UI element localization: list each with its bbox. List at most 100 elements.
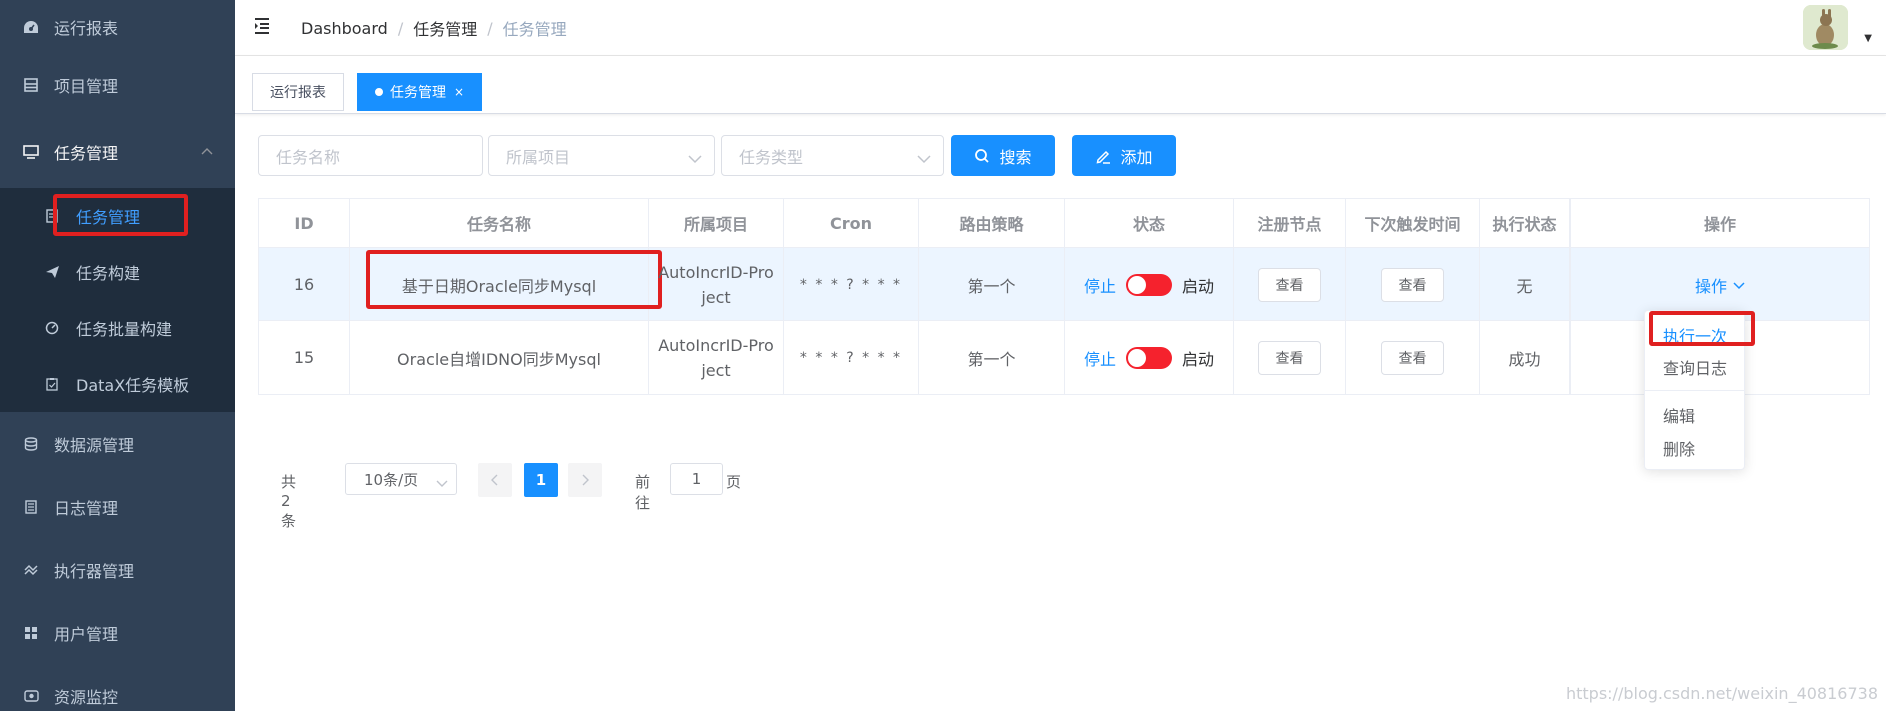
page-number-active[interactable]: 1 <box>524 463 558 497</box>
table-row[interactable]: 15 Oracle自增IDNO同步Mysql AutoIncrID-Projec… <box>259 321 1869 394</box>
sidebar-subitem-datax-template[interactable]: DataX任务模板 <box>0 356 235 412</box>
table-cell-name: 基于日期Oracle同步Mysql <box>350 248 662 321</box>
status-stop-label[interactable]: 停止 <box>1084 346 1116 370</box>
table-cell-id: 16 <box>259 248 350 321</box>
resource-icon <box>22 687 40 705</box>
table-header-cell: 操作 <box>1570 199 1869 247</box>
table-header: ID 任务名称 所属项目 Cron 路由策略 状态 注册节点 下次触发时间 执行… <box>259 199 1869 248</box>
table-header-cell: 下次触发时间 <box>1346 199 1480 247</box>
active-dot-icon <box>375 88 383 96</box>
tag-label: 任务管理 <box>390 85 446 101</box>
page-size-select[interactable]: 10条/页 <box>345 463 457 495</box>
sidebar-item-log[interactable]: 日志管理 <box>0 475 235 538</box>
status-start-label[interactable]: 启动 <box>1182 346 1214 370</box>
table-cell-status: 停止 启动 <box>1065 321 1234 394</box>
page-size-value: 10条/页 <box>364 470 419 489</box>
sidebar-item-task-management[interactable]: 任务管理 <box>0 116 235 188</box>
status-toggle[interactable] <box>1126 273 1172 296</box>
table-cell-project: AutoIncrID-Project <box>649 321 784 394</box>
toggle-knob <box>1128 275 1146 294</box>
view-next-trigger-button[interactable]: 查看 <box>1381 340 1444 375</box>
sidebar-item-label: 执行器管理 <box>54 561 135 581</box>
sidebar-item-resource[interactable]: 资源监控 <box>0 664 235 711</box>
highlight-box <box>1649 311 1755 346</box>
close-icon[interactable]: × <box>454 85 464 99</box>
sidebar-subitem-batch-build[interactable]: 任务批量构建 <box>0 300 235 356</box>
sidebar-item-project[interactable]: 项目管理 <box>0 53 235 116</box>
sidebar-item-dashboard[interactable]: 运行报表 <box>0 0 235 53</box>
tag-label: 运行报表 <box>270 85 326 101</box>
sidebar-item-label: 项目管理 <box>54 76 119 96</box>
status-switch-group: 停止 启动 <box>1084 273 1214 297</box>
breadcrumb-item[interactable]: Dashboard <box>301 19 388 38</box>
sidebar-subitem-task-management[interactable]: 任务管理 <box>0 188 235 244</box>
caret-down-icon[interactable]: ▼ <box>1864 33 1872 44</box>
status-stop-label[interactable]: 停止 <box>1084 273 1116 297</box>
add-button[interactable]: 添加 <box>1072 135 1176 176</box>
dropdown-item-query-log[interactable]: 查询日志 <box>1645 355 1744 379</box>
sidebar-item-label: 任务管理 <box>54 144 119 163</box>
database-icon <box>22 435 40 453</box>
table-cell-exec-status: 无 <box>1480 248 1570 321</box>
breadcrumb-separator: / <box>487 18 493 38</box>
view-next-trigger-button[interactable]: 查看 <box>1381 267 1444 302</box>
task-name-placeholder: 任务名称 <box>276 147 341 167</box>
watermark: https://blog.csdn.net/weixin_40816738 <box>1565 684 1878 703</box>
cron-text: * * * ? * * * <box>799 276 903 293</box>
sidebar-item-label: 运行报表 <box>54 18 119 38</box>
sidebar-item-executor[interactable]: 执行器管理 <box>0 538 235 601</box>
table-header-cell: 状态 <box>1065 199 1234 247</box>
goto-page-input[interactable]: 1 <box>670 463 723 495</box>
table-row[interactable]: 16 基于日期Oracle同步Mysql AutoIncrID-Project … <box>259 248 1869 321</box>
task-type-placeholder: 任务类型 <box>739 147 804 167</box>
tag-dashboard[interactable]: 运行报表 <box>252 73 344 111</box>
pagination-total: 共 2 条 <box>281 473 297 530</box>
table-cell-next-trigger: 查看 <box>1346 248 1480 321</box>
sidebar-submenu: 任务管理 任务构建 任务批量构建 DataX任务模板 <box>0 188 235 412</box>
table-cell-name: Oracle自增IDNO同步Mysql <box>350 321 649 394</box>
table-cell-next-trigger: 查看 <box>1346 321 1480 394</box>
chevron-up-icon <box>201 140 213 159</box>
chevron-down-icon <box>688 149 702 168</box>
monitor-icon <box>22 143 40 161</box>
hamburger-icon[interactable] <box>254 17 274 37</box>
sidebar-item-datasource[interactable]: 数据源管理 <box>0 412 235 475</box>
task-table: ID 任务名称 所属项目 Cron 路由策略 状态 注册节点 下次触发时间 执行… <box>258 198 1870 395</box>
project-select[interactable]: 所属项目 <box>488 135 715 176</box>
chevron-right-icon <box>582 474 589 486</box>
table-cell-route: 第一个 <box>919 321 1065 394</box>
breadcrumb-item: 任务管理 <box>502 20 567 39</box>
dropdown-item-edit[interactable]: 编辑 <box>1645 403 1744 427</box>
chevron-down-icon <box>1733 275 1745 294</box>
tag-task-management[interactable]: 任务管理 × <box>357 73 483 111</box>
dropdown-item-delete[interactable]: 删除 <box>1645 436 1744 460</box>
next-page-button[interactable] <box>568 463 602 497</box>
project-placeholder: 所属项目 <box>506 147 571 167</box>
chevron-down-icon <box>917 149 931 168</box>
project-text: AutoIncrID-Project <box>658 335 774 380</box>
sidebar-item-user[interactable]: 用户管理 <box>0 601 235 664</box>
status-toggle[interactable] <box>1126 346 1172 369</box>
view-node-button[interactable]: 查看 <box>1258 340 1321 375</box>
view-node-button[interactable]: 查看 <box>1258 267 1321 302</box>
sidebar-item-label: 用户管理 <box>54 624 119 644</box>
chevron-left-icon <box>491 474 498 486</box>
chevron-down-icon <box>436 474 448 492</box>
status-start-label[interactable]: 启动 <box>1182 273 1214 297</box>
table-cell-cron: * * * ? * * * <box>784 248 919 321</box>
task-type-select[interactable]: 任务类型 <box>721 135 944 176</box>
breadcrumb-item[interactable]: 任务管理 <box>413 16 477 40</box>
table-header-cell: ID <box>259 199 350 247</box>
prev-page-button[interactable] <box>478 463 512 497</box>
task-name-input[interactable]: 任务名称 <box>258 135 483 176</box>
operation-dropdown-trigger[interactable]: 操作 <box>1695 273 1745 297</box>
send-icon <box>44 264 60 280</box>
table-cell-cron: * * * ? * * * <box>784 321 919 394</box>
search-button[interactable]: 搜索 <box>951 135 1055 176</box>
sidebar-subitem-task-build[interactable]: 任务构建 <box>0 244 235 300</box>
table-header-cell: 路由策略 <box>919 199 1065 247</box>
table-cell-project: AutoIncrID-Project <box>649 248 784 321</box>
breadcrumb: Dashboard / 任务管理 / 任务管理 <box>301 16 567 40</box>
avatar[interactable] <box>1803 5 1848 50</box>
table-cell-id: 15 <box>259 321 350 394</box>
